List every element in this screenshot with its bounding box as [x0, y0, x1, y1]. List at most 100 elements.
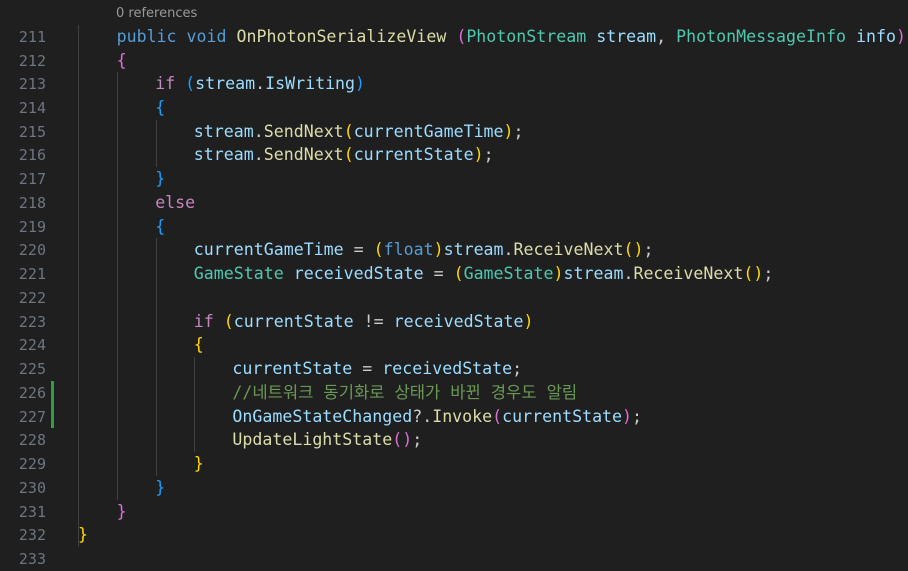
- code-line[interactable]: 225 currentState = receivedState;: [0, 357, 908, 381]
- indent-guide: [117, 72, 118, 500]
- code-editor[interactable]: { "codelens": "0 references", "lines": […: [0, 0, 908, 568]
- code-token: receivedState: [293, 264, 424, 283]
- code-line[interactable]: 231}: [0, 500, 908, 524]
- code-text: //네트워크 동기화로 상태가 바뀐 경우도 알림: [232, 381, 577, 405]
- code-token: float: [383, 240, 434, 259]
- code-text: }: [155, 476, 165, 500]
- line-number: 232: [18, 526, 46, 544]
- code-token: }: [116, 502, 127, 521]
- code-line[interactable]: 228 UpdateLightState();: [0, 428, 908, 452]
- code-token: currentGameTime: [193, 240, 344, 259]
- code-token: UpdateLightState: [232, 430, 393, 449]
- code-line[interactable]: 230}: [0, 476, 908, 500]
- code-token: else: [155, 193, 196, 212]
- code-text: }: [194, 452, 204, 476]
- line-number: 230: [18, 479, 46, 497]
- code-text: public void OnPhotonSerializeView (Photo…: [117, 25, 906, 49]
- code-line[interactable]: 215 stream.SendNext(currentGameTime);: [0, 120, 908, 144]
- code-line[interactable]: 219 {: [0, 215, 908, 239]
- code-token: OnPhotonSerializeView: [236, 27, 447, 46]
- code-text: currentGameTime = (float)stream.ReceiveN…: [194, 238, 654, 262]
- code-token: (: [456, 27, 467, 46]
- code-token: info: [855, 27, 896, 46]
- code-token: (: [453, 264, 464, 283]
- line-number: 217: [18, 170, 46, 188]
- code-line[interactable]: 211 public void OnPhotonSerializeView (Ph…: [0, 25, 908, 49]
- code-line[interactable]: 218 else: [0, 191, 908, 215]
- code-text: }: [78, 523, 88, 547]
- codelens-references[interactable]: 0 references: [116, 6, 197, 21]
- line-number: 219: [18, 218, 46, 236]
- code-line[interactable]: 214 {: [0, 96, 908, 120]
- code-token: (: [492, 407, 503, 426]
- code-text: if (currentState != receivedState): [194, 310, 534, 334]
- line-number: 211: [18, 28, 46, 46]
- code-token: stream: [193, 122, 254, 141]
- code-token: {: [116, 51, 127, 70]
- line-number: 228: [18, 431, 46, 449]
- code-token: if: [155, 74, 176, 93]
- code-line[interactable]: 229}: [0, 452, 908, 476]
- code-token: ;: [412, 430, 423, 449]
- code-line[interactable]: 217}: [0, 167, 908, 191]
- code-line[interactable]: 224 {: [0, 333, 908, 357]
- code-text: stream.SendNext(currentGameTime);: [194, 120, 524, 144]
- code-token: ,: [656, 27, 677, 46]
- code-line[interactable]: 227 OnGameStateChanged?.Invoke(currentSta…: [0, 405, 908, 429]
- code-line[interactable]: 216 stream.SendNext(currentState);: [0, 143, 908, 167]
- code-token: void: [186, 27, 227, 46]
- line-number: 229: [18, 455, 46, 473]
- code-token: ): [433, 240, 444, 259]
- code-token: .: [253, 122, 264, 141]
- code-token: ): [523, 312, 534, 331]
- line-number: 226: [18, 384, 46, 402]
- code-token: IsWriting: [265, 74, 356, 93]
- code-token: ReceiveNext: [513, 240, 624, 259]
- code-text: {: [194, 333, 204, 357]
- code-text: }: [155, 167, 165, 191]
- code-token: stream: [443, 240, 504, 259]
- code-token: }: [193, 454, 204, 473]
- code-line[interactable]: 226 //네트워크 동기화로 상태가 바뀐 경우도 알림: [0, 381, 908, 405]
- line-number: 218: [18, 194, 46, 212]
- line-number: 213: [18, 75, 46, 93]
- code-token: PhotonStream: [466, 27, 587, 46]
- code-text: {: [155, 215, 165, 239]
- git-change-marker[interactable]: [51, 381, 54, 428]
- code-token: ): [895, 27, 906, 46]
- code-line[interactable]: 222: [0, 286, 908, 310]
- indent-guide: [194, 357, 195, 452]
- line-number: 225: [18, 360, 46, 378]
- code-token: currentState: [232, 359, 353, 378]
- code-token: ;: [513, 122, 524, 141]
- code-line[interactable]: 232}: [0, 523, 908, 547]
- code-text: OnGameStateChanged?.Invoke(currentState)…: [232, 405, 642, 429]
- line-number: 222: [18, 289, 46, 307]
- code-token: }: [155, 478, 166, 497]
- code-text: if (stream.IsWriting): [155, 72, 365, 96]
- line-number: 215: [18, 123, 46, 141]
- code-line[interactable]: 213 if (stream.IsWriting): [0, 72, 908, 96]
- code-line[interactable]: 212 {: [0, 49, 908, 73]
- line-number: 212: [18, 52, 46, 70]
- line-number: 224: [18, 336, 46, 354]
- code-text: GameState receivedState = (GameState)str…: [194, 262, 774, 286]
- code-token: receivedState: [382, 359, 513, 378]
- code-token: receivedState: [393, 312, 524, 331]
- code-text: stream.SendNext(currentState);: [194, 143, 494, 167]
- line-number: 216: [18, 146, 46, 164]
- code-line[interactable]: 233: [0, 547, 908, 571]
- code-line[interactable]: 221 GameState receivedState = (GameState)…: [0, 262, 908, 286]
- code-line[interactable]: 220 currentGameTime = (float)stream.Recei…: [0, 238, 908, 262]
- code-token: currentGameTime: [353, 122, 504, 141]
- code-token: stream: [596, 27, 657, 46]
- indent-guide: [78, 25, 79, 547]
- code-token: }: [155, 169, 166, 188]
- code-token: =: [343, 240, 374, 259]
- code-line[interactable]: 223 if (currentState != receivedState): [0, 310, 908, 334]
- code-text: {: [117, 49, 127, 73]
